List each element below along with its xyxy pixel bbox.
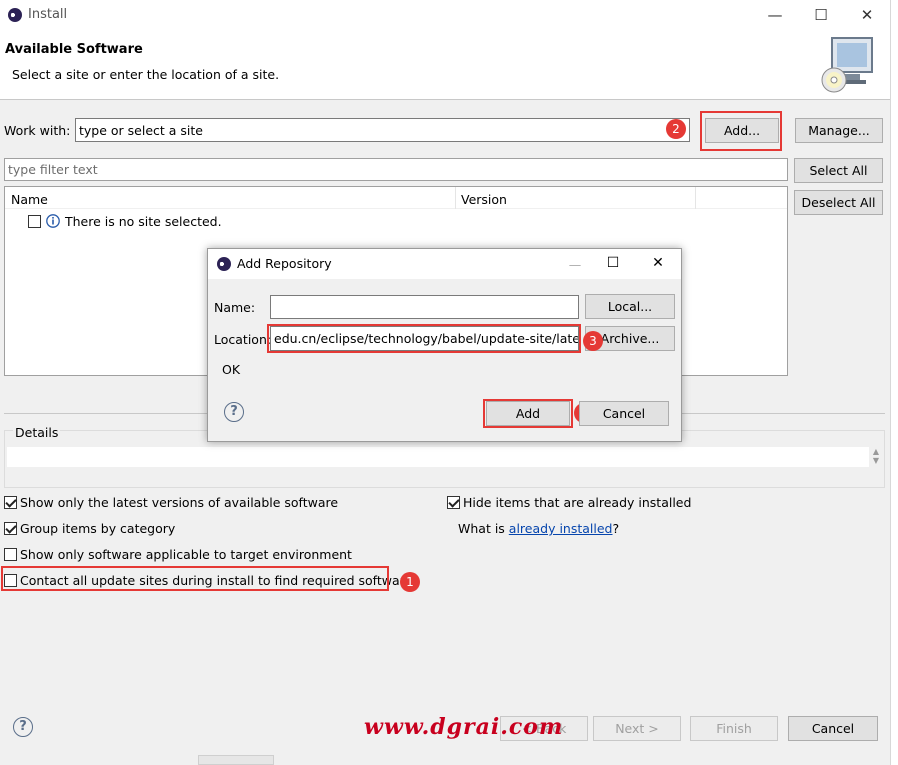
status-text: OK (222, 362, 241, 377)
close-button[interactable]: ✕ (852, 4, 882, 26)
select-all-button[interactable]: Select All (794, 158, 883, 183)
watermark-text: www.dgrai.com (364, 714, 564, 740)
already-installed-link[interactable]: already installed (509, 521, 613, 536)
wizard-header: Available Software Select a site or ente… (0, 30, 890, 100)
eclipse-logo-icon (217, 257, 231, 271)
next-button[interactable]: Next > (593, 716, 681, 741)
maximize-button[interactable]: ☐ (806, 4, 836, 26)
column-header-version[interactable]: Version (461, 192, 507, 207)
window-edge (890, 0, 898, 765)
dialog-close-button[interactable]: ✕ (643, 255, 673, 273)
table-row[interactable]: There is no site selected. (5, 211, 787, 231)
work-with-value: type or select a site (79, 123, 203, 138)
info-icon (46, 214, 60, 228)
page-title: Available Software (5, 42, 143, 57)
row-text: There is no site selected. (65, 214, 222, 229)
details-scroll-arrows[interactable]: ▲ ▼ (869, 447, 883, 467)
dialog-title: Add Repository (237, 256, 332, 271)
show-applicable-checkbox[interactable] (4, 548, 17, 561)
show-applicable-label: Show only software applicable to target … (20, 547, 352, 562)
local-button[interactable]: Local... (585, 294, 675, 319)
help-icon[interactable]: ? (13, 717, 33, 737)
window-titlebar: Install — ☐ ✕ (0, 0, 890, 30)
minimize-button[interactable]: — (760, 4, 790, 26)
location-label: Location: (214, 332, 272, 347)
step-badge-3: 3 (583, 331, 603, 351)
name-label: Name: (214, 300, 256, 315)
finish-button[interactable]: Finish (690, 716, 778, 741)
work-with-label: Work with: (4, 123, 71, 138)
manage-sites-button[interactable]: Manage... (795, 118, 883, 143)
details-text-area[interactable] (7, 447, 869, 467)
row-checkbox[interactable] (28, 215, 41, 228)
show-latest-checkbox[interactable] (4, 496, 17, 509)
step-badge-1: 1 (400, 572, 420, 592)
highlight-add-button (700, 111, 782, 151)
add-repository-dialog: Add Repository — ☐ ✕ Name: Local... Loca… (207, 248, 682, 442)
details-label: Details (13, 425, 61, 440)
taskbar-fragment (198, 755, 274, 765)
show-latest-label: Show only the latest versions of availab… (20, 495, 339, 510)
table-header: Name Version (5, 187, 787, 209)
group-by-category-checkbox[interactable] (4, 522, 17, 535)
dialog-minimize-button[interactable]: — (560, 257, 590, 273)
eclipse-logo-icon (8, 8, 22, 22)
dialog-maximize-button[interactable]: ☐ (598, 255, 628, 273)
highlight-location (267, 324, 581, 353)
work-with-combo[interactable]: type or select a site (75, 118, 690, 142)
hide-installed-checkbox[interactable] (447, 496, 460, 509)
dialog-help-icon[interactable]: ? (224, 402, 244, 422)
hide-installed-label: Hide items that are already installed (463, 495, 692, 510)
window-title: Install (28, 7, 68, 22)
what-is-suffix: ? (612, 521, 620, 536)
dialog-cancel-button[interactable]: Cancel (579, 401, 669, 426)
highlight-add-repository (483, 399, 573, 428)
filter-input[interactable]: type filter text (4, 158, 788, 181)
step-badge-2: 2 (666, 119, 686, 139)
what-is-prefix: What is (458, 521, 505, 536)
already-installed-line: What is already installed? (458, 521, 619, 536)
install-wizard-icon (821, 37, 873, 93)
page-subtitle: Select a site or enter the location of a… (12, 67, 280, 82)
dialog-titlebar: Add Repository — ☐ ✕ (208, 249, 681, 279)
cancel-button[interactable]: Cancel (788, 716, 878, 741)
deselect-all-button[interactable]: Deselect All (794, 190, 883, 215)
group-by-category-label: Group items by category (20, 521, 176, 536)
filter-placeholder: type filter text (8, 162, 98, 177)
highlight-contact-sites (1, 566, 389, 591)
column-header-name[interactable]: Name (11, 192, 48, 207)
name-input[interactable] (270, 295, 579, 319)
